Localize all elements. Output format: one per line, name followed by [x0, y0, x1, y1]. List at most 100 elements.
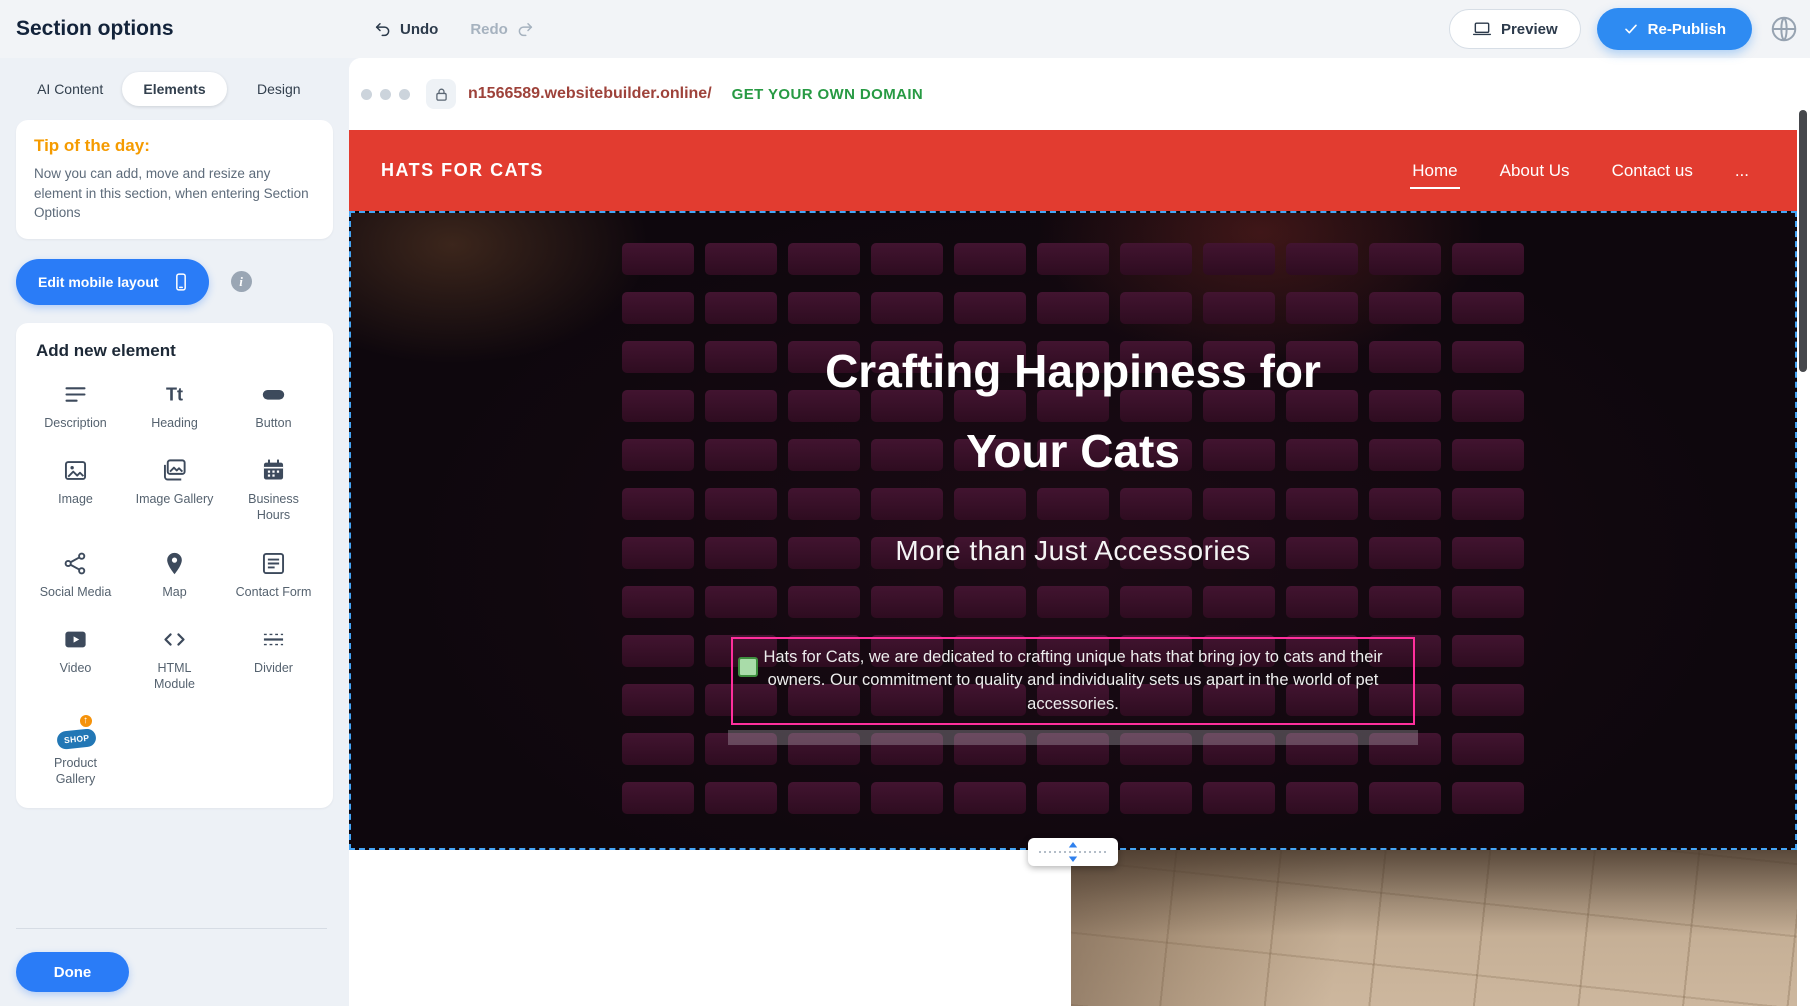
tip-title: Tip of the day:: [34, 136, 315, 156]
element-product-gallery[interactable]: SHOP ↑ Product Gallery: [26, 718, 125, 787]
sidebar-divider: [16, 928, 327, 929]
element-social-media[interactable]: Social Media: [26, 550, 125, 601]
nav-item-home[interactable]: Home: [1410, 153, 1459, 189]
undo-label: Undo: [400, 21, 438, 38]
hero-tile: [1369, 292, 1441, 324]
hero-tile: [1452, 684, 1524, 716]
hero-tile: [1452, 782, 1524, 814]
element-button[interactable]: Button: [224, 381, 323, 432]
hero-tile: [1037, 586, 1109, 618]
redo-button[interactable]: Redo: [470, 20, 534, 38]
tab-elements[interactable]: Elements: [122, 72, 226, 106]
hero-tile: [1286, 488, 1358, 520]
drag-handle[interactable]: [738, 657, 758, 677]
element-business-hours[interactable]: Business Hours: [224, 457, 323, 523]
hero-tile: [1369, 782, 1441, 814]
done-button[interactable]: Done: [16, 952, 129, 992]
social-media-icon: [62, 550, 89, 577]
hero-tile: [1203, 243, 1275, 275]
hero-tile: [788, 586, 860, 618]
image-icon: [62, 457, 89, 484]
tab-design[interactable]: Design: [227, 72, 331, 106]
window-dot: [399, 89, 410, 100]
shop-pill: SHOP: [56, 728, 97, 750]
site-logo[interactable]: HATS FOR CATS: [381, 160, 544, 181]
window-controls: [361, 89, 410, 100]
republish-button[interactable]: Re-Publish: [1597, 8, 1752, 50]
hero-tile: [1203, 782, 1275, 814]
map-pin-icon: [161, 550, 188, 577]
nav-item-more[interactable]: ...: [1733, 153, 1751, 189]
section-resize-handle[interactable]: [1028, 838, 1118, 866]
element-divider[interactable]: Divider: [224, 626, 323, 692]
hero-tile: [622, 635, 694, 667]
app-root: Section options Undo Redo Preview Re-Pub…: [0, 0, 1810, 1006]
element-description[interactable]: Description: [26, 381, 125, 432]
preview-label: Preview: [1501, 21, 1558, 38]
edit-mobile-layout-button[interactable]: Edit mobile layout: [16, 259, 209, 305]
hero-tile: [1120, 586, 1192, 618]
hero-tile: [871, 292, 943, 324]
next-section-image[interactable]: [1071, 850, 1797, 1006]
undo-redo-group: Undo Redo: [374, 0, 534, 58]
hero-tile: [622, 488, 694, 520]
hero-section-selected[interactable]: Crafting Happiness for Your Cats More th…: [349, 211, 1797, 850]
element-contact-form[interactable]: Contact Form: [224, 550, 323, 601]
hero-tile: [1286, 292, 1358, 324]
hero-tile: [1452, 733, 1524, 765]
site-header[interactable]: HATS FOR CATS Home About Us Contact us .…: [349, 130, 1797, 211]
hero-paragraph-text: Hats for Cats, we are dedicated to craft…: [745, 646, 1401, 716]
language-globe-button[interactable]: [1768, 13, 1800, 45]
browser-chrome: n1566589.websitebuilder.online/ GET YOUR…: [349, 58, 1810, 130]
tip-of-the-day-card: Tip of the day: Now you can add, move an…: [16, 120, 333, 239]
hero-tile: [1286, 586, 1358, 618]
undo-button[interactable]: Undo: [374, 20, 438, 38]
hero-tile: [1037, 488, 1109, 520]
element-image-gallery[interactable]: Image Gallery: [125, 457, 224, 523]
monitor-icon: [1472, 19, 1492, 39]
add-element-card: Add new element Description Tt Heading B…: [16, 323, 333, 808]
hero-tile: [954, 488, 1026, 520]
hero-tile: [1120, 292, 1192, 324]
hero-tile: [788, 292, 860, 324]
page-title: Section options: [16, 17, 174, 41]
info-icon[interactable]: i: [231, 271, 252, 292]
element-html-module[interactable]: HTML Module: [125, 626, 224, 692]
button-icon: [260, 381, 287, 408]
nav-item-contact[interactable]: Contact us: [1610, 153, 1695, 189]
divider-icon: [260, 626, 287, 653]
sidebar-tabs: AI Content Elements Design: [18, 72, 331, 106]
hero-tile: [954, 292, 1026, 324]
hero-paragraph-selected[interactable]: Hats for Cats, we are dedicated to craft…: [731, 637, 1415, 725]
hero-tile: [954, 782, 1026, 814]
hero-tile: [1452, 635, 1524, 667]
site-nav: Home About Us Contact us ...: [1410, 153, 1751, 189]
hero-subheading[interactable]: More than Just Accessories: [351, 535, 1795, 567]
mobile-layout-row: Edit mobile layout i: [16, 259, 333, 305]
hero-tile: [1286, 243, 1358, 275]
get-domain-link[interactable]: GET YOUR OWN DOMAIN: [732, 86, 924, 103]
element-heading[interactable]: Tt Heading: [125, 381, 224, 432]
hero-tile: [871, 488, 943, 520]
hero-tile: [705, 243, 777, 275]
hero-tile: [705, 586, 777, 618]
scrollbar-thumb[interactable]: [1799, 110, 1807, 372]
tab-ai-content[interactable]: AI Content: [18, 72, 122, 106]
hero-tile: [1369, 243, 1441, 275]
browser-frame: n1566589.websitebuilder.online/ GET YOUR…: [349, 58, 1810, 1006]
nav-item-about[interactable]: About Us: [1498, 153, 1572, 189]
hero-tile: [622, 243, 694, 275]
globe-icon: [1769, 14, 1799, 44]
hero-tile: [622, 586, 694, 618]
element-map[interactable]: Map: [125, 550, 224, 601]
hero-heading[interactable]: Crafting Happiness for Your Cats: [351, 331, 1795, 491]
element-video[interactable]: Video: [26, 626, 125, 692]
element-image[interactable]: Image: [26, 457, 125, 523]
preview-button[interactable]: Preview: [1449, 9, 1581, 49]
hero-tile: [871, 243, 943, 275]
hero-tile: [788, 782, 860, 814]
hero-tile: [1369, 488, 1441, 520]
upgrade-arrow-icon: ↑: [78, 713, 94, 729]
hero-tile: [1203, 292, 1275, 324]
hero-tile: [1452, 243, 1524, 275]
